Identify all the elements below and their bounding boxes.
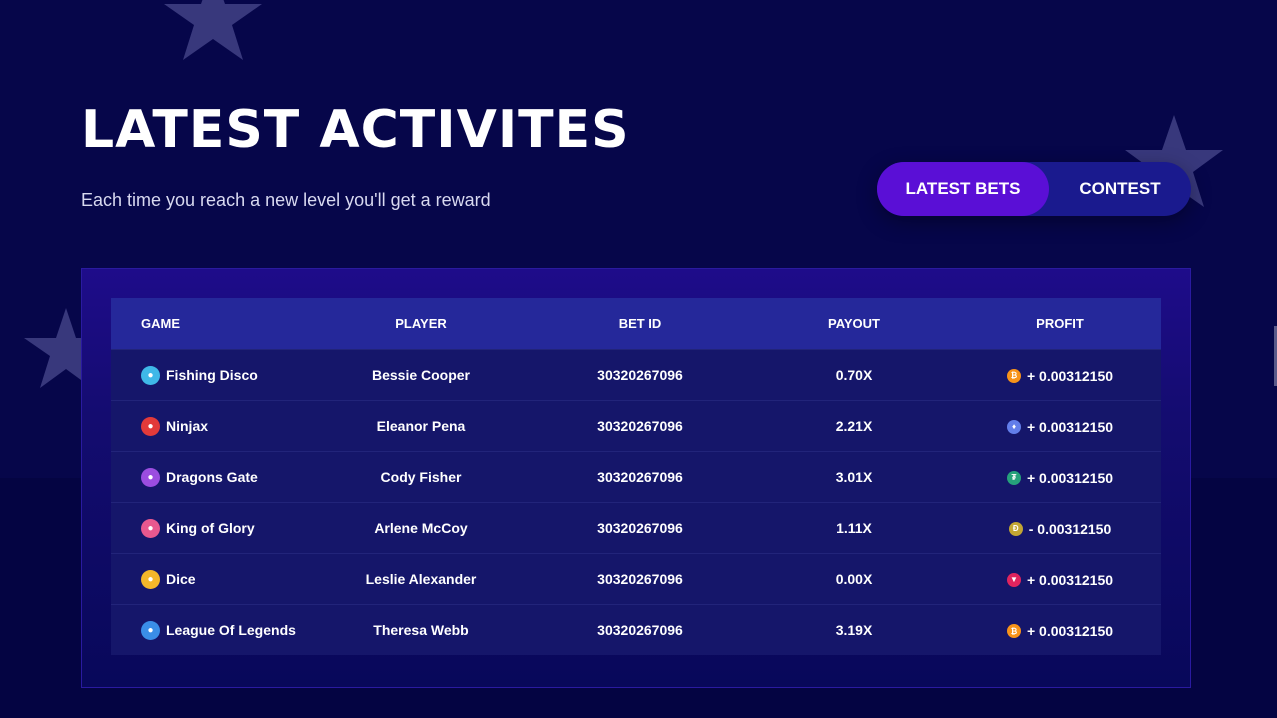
table-row[interactable]: ● Fishing Disco Bessie Cooper 30320267096 0.… — [111, 349, 1161, 400]
profit-cell-content: ▼ + 0.00312150 — [1006, 571, 1114, 588]
bitcoin-icon: ₿ — [1006, 368, 1021, 383]
profit-value: + 0.00312150 — [1026, 418, 1114, 435]
activity-table-panel: GAME PLAYER BET ID PAYOUT PROFIT ● Fishin… — [81, 268, 1191, 688]
dragons-gate-icon: ● — [141, 467, 160, 487]
column-header-game: GAME — [141, 315, 180, 331]
cell-payout: 0.00X — [835, 570, 873, 587]
bitcoin-icon: ₿ — [1006, 624, 1021, 638]
cell-payout: 3.01X — [835, 468, 873, 485]
cell-profit: ₮ + 0.00312150 — [959, 451, 1161, 502]
cell-bet-id: 30320267096 — [597, 570, 683, 587]
game-name: League Of Legends — [166, 622, 296, 639]
cell-profit: ₿ + 0.00312150 — [959, 604, 1161, 655]
dogecoin-icon: Ð — [1008, 521, 1023, 536]
cell-profit: ₿ + 0.00312150 — [959, 349, 1161, 400]
cell-bet-id: 30320267096 — [597, 621, 683, 638]
tron-icon: ▼ — [1006, 572, 1021, 587]
cell-bet-id: 30320267096 — [597, 468, 683, 485]
table-header-row: GAME PLAYER BET ID PAYOUT PROFIT — [111, 298, 1161, 349]
game-name: King of Glory — [166, 520, 255, 536]
cell-player: Leslie Alexander — [365, 570, 477, 587]
ninjax-icon: ● — [141, 416, 160, 436]
table-row[interactable]: ● King of Glory Arlene McCoy 30320267096 1.1… — [111, 502, 1161, 553]
table-row[interactable]: ● Dragons Gate Cody Fisher 30320267096 3.01X… — [111, 451, 1161, 502]
activity-table: GAME PLAYER BET ID PAYOUT PROFIT ● Fishin… — [111, 298, 1161, 655]
cell-bet-id: 30320267096 — [597, 519, 683, 536]
profit-cell-content: Ð - 0.00312150 — [1008, 520, 1112, 537]
king-of-glory-icon: ● — [141, 518, 160, 538]
cell-bet-id: 30320267096 — [597, 417, 683, 434]
cell-payout: 3.19X — [835, 621, 873, 638]
tab-latest-bets[interactable]: LATEST BETS — [877, 162, 1049, 216]
profit-cell-content: ₿ + 0.00312150 — [1006, 367, 1114, 384]
table-row[interactable]: ● Dice Leslie Alexander 30320267096 0.00X ▼ + … — [111, 553, 1161, 604]
cell-game: ● Fishing Disco — [111, 349, 311, 400]
game-cell-content: ● Dragons Gate — [141, 467, 258, 487]
game-name: Ninjax — [166, 418, 209, 434]
profit-cell-content: ₿ + 0.00312150 — [1006, 623, 1114, 639]
table-row[interactable]: ● League Of Legends Theresa Webb 3032026709… — [111, 604, 1161, 655]
table-row[interactable]: ● Ninjax Eleanor Pena 30320267096 2.21X ♦ + 0.… — [111, 400, 1161, 451]
dice-icon: ● — [141, 569, 160, 589]
league-of-legends-icon: ● — [141, 620, 160, 640]
cell-game: ● League Of Legends — [111, 604, 311, 655]
cell-player: Theresa Webb — [373, 621, 469, 638]
star-decoration-icon — [164, 0, 262, 60]
page-title: LATEST ACTIVITES — [81, 100, 630, 160]
cell-payout: 1.11X — [836, 519, 872, 536]
profit-value: + 0.00312150 — [1026, 623, 1114, 639]
game-cell-content: ● King of Glory — [141, 518, 255, 538]
profit-cell-content: ♦ + 0.00312150 — [1006, 418, 1114, 435]
game-cell-content: ● Ninjax — [141, 416, 209, 436]
ethereum-icon: ♦ — [1006, 419, 1021, 434]
cell-player: Cody Fisher — [380, 468, 462, 485]
profit-cell-content: ₮ + 0.00312150 — [1006, 469, 1114, 486]
profit-value: + 0.00312150 — [1026, 367, 1114, 384]
cell-game: ● Dragons Gate — [111, 451, 311, 502]
cell-player: Eleanor Pena — [376, 417, 466, 434]
column-header-profit: PROFIT — [1036, 315, 1084, 331]
column-header-player: PLAYER — [395, 315, 447, 331]
tether-icon: ₮ — [1006, 470, 1021, 485]
cell-game: ● Ninjax — [111, 400, 311, 451]
fishing-disco-icon: ● — [141, 365, 160, 385]
cell-bet-id: 30320267096 — [597, 366, 683, 383]
game-name: Fishing Disco — [166, 367, 258, 383]
cell-player: Arlene McCoy — [374, 519, 468, 536]
tab-contest[interactable]: CONTEST — [1049, 162, 1191, 216]
cell-payout: 2.21X — [835, 417, 873, 434]
game-name: Dice — [166, 571, 196, 587]
cell-player: Bessie Cooper — [371, 366, 471, 383]
column-header-payout: PAYOUT — [827, 315, 880, 331]
profit-value: + 0.00312150 — [1026, 469, 1114, 486]
cell-payout: 0.70X — [835, 366, 873, 383]
profit-value: + 0.00312150 — [1026, 571, 1114, 588]
profit-value: - 0.00312150 — [1028, 520, 1112, 537]
game-cell-content: ● Dice — [141, 569, 196, 589]
cell-profit: Ð - 0.00312150 — [959, 502, 1161, 553]
game-cell-content: ● Fishing Disco — [141, 365, 258, 385]
game-cell-content: ● League Of Legends — [141, 620, 296, 640]
cell-game: ● Dice — [111, 553, 311, 604]
game-name: Dragons Gate — [166, 469, 258, 485]
cell-game: ● King of Glory — [111, 502, 311, 553]
tab-switch: LATEST BETS CONTEST — [877, 162, 1191, 216]
page-subtitle: Each time you reach a new level you'll g… — [81, 190, 491, 210]
column-header-bet-id: BET ID — [618, 315, 662, 331]
cell-profit: ▼ + 0.00312150 — [959, 553, 1161, 604]
cell-profit: ♦ + 0.00312150 — [959, 400, 1161, 451]
